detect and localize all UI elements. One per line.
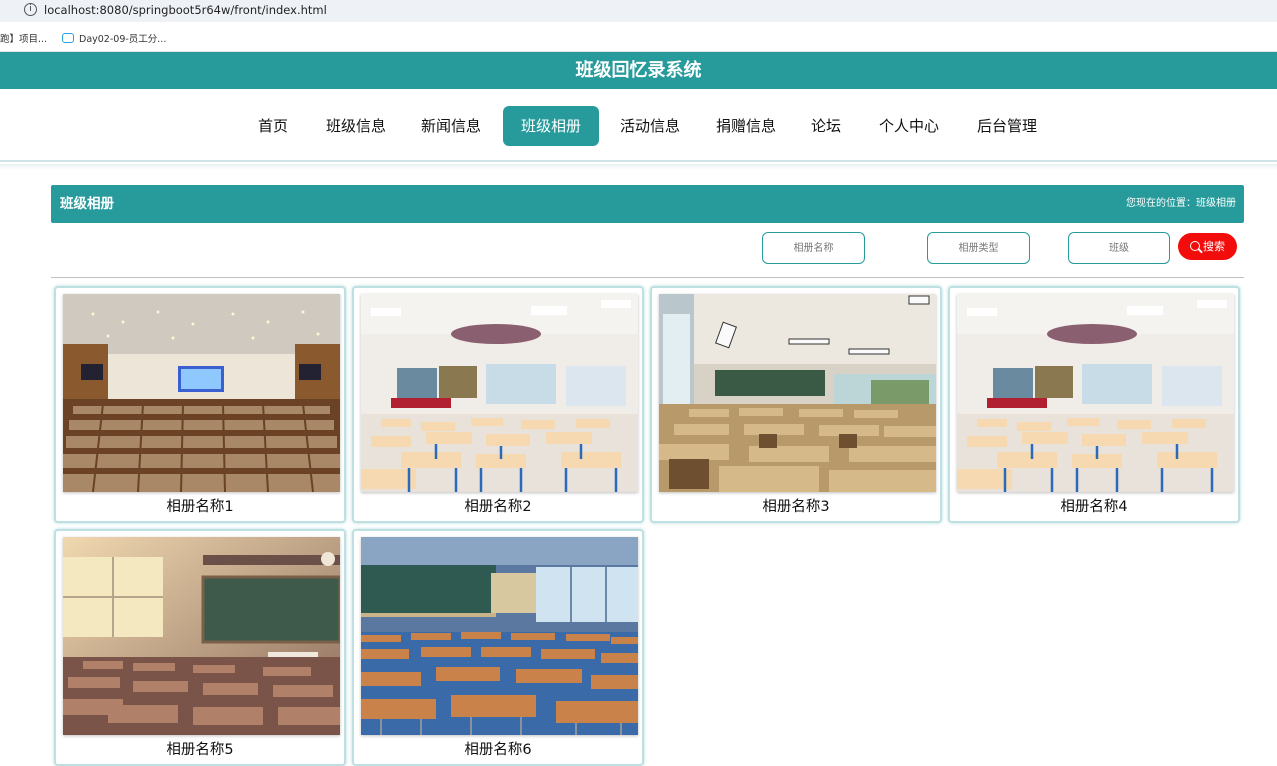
album-name[interactable]: 相册名称6 [354, 738, 642, 759]
breadcrumb: 您现在的位置：班级相册 [1126, 185, 1236, 223]
album-name[interactable]: 相册名称2 [354, 495, 642, 516]
nav-item-class-album[interactable]: 班级相册 [503, 106, 599, 146]
nav-item-profile[interactable]: 个人中心 [871, 106, 947, 146]
nav-item-forum[interactable]: 论坛 [802, 106, 850, 146]
album-card[interactable]: 相册名称6 [352, 529, 644, 766]
album-card[interactable]: 相册名称5 [54, 529, 346, 766]
section-title: 班级相册 [60, 185, 114, 223]
address-bar[interactable]: ▯ i localhost:8080/springboot5r64w/front… [0, 0, 1277, 22]
album-card[interactable]: 相册名称2 [352, 286, 644, 523]
album-photo[interactable] [659, 294, 936, 492]
nav-item-activities[interactable]: 活动信息 [612, 106, 688, 146]
album-name[interactable]: 相册名称1 [56, 495, 344, 516]
nav-item-home[interactable]: 首页 [246, 106, 300, 146]
class-input[interactable] [1068, 232, 1170, 264]
nav-item-donations[interactable]: 捐赠信息 [708, 106, 784, 146]
main-nav: 首页 班级信息 新闻信息 班级相册 活动信息 捐赠信息 论坛 个人中心 后台管理 [0, 89, 1277, 162]
bookmark-label: Day02-09-员工分... [79, 34, 166, 45]
bookmarks-bar: 跑】项目... Day02-09-员工分... [0, 22, 1277, 52]
bilibili-tv-icon [62, 33, 74, 43]
section-title-bar: 班级相册 您现在的位置：班级相册 [51, 185, 1244, 223]
bookmark-item[interactable]: Day02-09-员工分... [62, 31, 166, 45]
album-card[interactable]: 相册名称1 [54, 286, 346, 523]
search-button[interactable]: 搜索 [1178, 233, 1237, 260]
site-header: 班级回忆录系统 [0, 52, 1277, 89]
divider [51, 277, 1244, 278]
album-name[interactable]: 相册名称3 [652, 495, 940, 516]
nav-item-admin[interactable]: 后台管理 [969, 106, 1045, 146]
album-photo[interactable] [63, 294, 340, 492]
album-card[interactable]: 相册名称4 [948, 286, 1240, 523]
album-photo[interactable] [361, 537, 638, 735]
site-info-icon[interactable]: i [24, 3, 37, 16]
bookmark-item[interactable]: 跑】项目... [0, 31, 47, 45]
search-button-label: 搜索 [1203, 240, 1225, 253]
nav-divider [0, 164, 1277, 170]
site-title: 班级回忆录系统 [576, 52, 702, 89]
album-name[interactable]: 相册名称5 [56, 738, 344, 759]
nav-item-class-info[interactable]: 班级信息 [318, 106, 394, 146]
album-photo[interactable] [957, 294, 1234, 492]
url-text[interactable]: localhost:8080/springboot5r64w/front/ind… [44, 3, 327, 17]
nav-item-news[interactable]: 新闻信息 [413, 106, 489, 146]
album-photo[interactable] [361, 294, 638, 492]
search-icon [1190, 241, 1200, 251]
album-card[interactable]: 相册名称3 [650, 286, 942, 523]
album-type-input[interactable] [927, 232, 1030, 264]
album-name[interactable]: 相册名称4 [950, 495, 1238, 516]
album-name-input[interactable] [762, 232, 865, 264]
album-photo[interactable] [63, 537, 340, 735]
